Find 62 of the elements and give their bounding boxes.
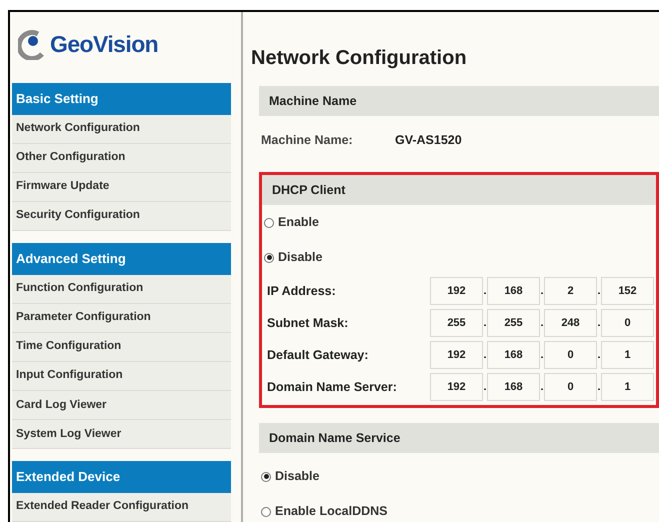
dot-separator: . — [597, 284, 601, 298]
field-label: IP Address: — [267, 282, 337, 300]
dot-separator: . — [483, 316, 487, 330]
sidebar-section-header: Extended Device — [12, 461, 231, 493]
section-header: DHCP Client — [262, 175, 656, 205]
octet-field[interactable]: 255 — [487, 309, 540, 337]
octet-field[interactable]: 0 — [544, 373, 597, 401]
logo-text: GeoVision — [50, 30, 158, 60]
octet-field[interactable]: 0 — [601, 309, 654, 337]
dot-separator: . — [483, 348, 487, 362]
octet-field[interactable]: 168 — [487, 277, 540, 305]
field-label: Subnet Mask: — [267, 314, 350, 332]
octet-field[interactable]: 2 — [544, 277, 597, 305]
radio-label: Disable — [278, 249, 322, 266]
octet-field[interactable]: 1 — [601, 373, 654, 401]
octet-field[interactable]: 152 — [601, 277, 654, 305]
field-label: Default Gateway: — [267, 346, 370, 364]
sidebar-item[interactable]: Security Configuration — [12, 202, 231, 232]
logo-icon — [18, 30, 46, 60]
page-title: Network Configuration — [251, 46, 468, 71]
sidebar-item[interactable]: Firmware Update — [12, 172, 231, 202]
field-label: Machine Name: — [261, 132, 354, 149]
radio-button[interactable] — [264, 218, 274, 228]
octet-field[interactable]: 248 — [544, 309, 597, 337]
dot-separator: . — [540, 284, 544, 298]
octet-field[interactable]: 0 — [544, 341, 597, 369]
sidebar-item[interactable]: Card Log Viewer — [12, 391, 231, 420]
octet-field[interactable]: 192 — [430, 277, 483, 305]
sidebar-item[interactable]: Input Configuration — [12, 362, 231, 392]
sidebar-item[interactable]: Other Configuration — [12, 144, 231, 173]
dot-separator: . — [540, 348, 544, 362]
sidebar-item[interactable]: System Log Viewer — [12, 420, 231, 450]
field-label: Domain Name Server: — [267, 378, 398, 396]
dot-separator: . — [597, 348, 601, 362]
radio-button[interactable] — [261, 506, 271, 516]
dot-separator: . — [483, 380, 487, 394]
dot-separator: . — [597, 316, 601, 330]
radio-label: Enable — [278, 214, 319, 232]
field-value: GV-AS1520 — [395, 132, 462, 149]
radio-label: Disable — [275, 468, 320, 486]
sidebar-item[interactable]: Function Configuration — [12, 274, 231, 304]
section-header: Domain Name Service — [259, 423, 659, 453]
octet-field[interactable]: 168 — [487, 373, 540, 401]
sidebar-item[interactable]: Network Configuration — [12, 114, 231, 144]
dot-separator: . — [540, 316, 544, 330]
sidebar-item[interactable]: Parameter Configuration — [12, 304, 231, 333]
sidebar-item[interactable]: Time Configuration — [12, 332, 231, 362]
dot-separator: . — [597, 380, 601, 394]
radio-button[interactable] — [264, 252, 274, 262]
sidebar-section-header: Advanced Setting — [12, 243, 231, 275]
section-header: Machine Name — [259, 86, 659, 116]
octet-field[interactable]: 255 — [430, 309, 483, 337]
octet-field[interactable]: 192 — [430, 341, 483, 369]
sidebar-section-header: Basic Setting — [12, 83, 231, 115]
radio-button[interactable] — [261, 472, 271, 482]
dot-separator: . — [540, 380, 544, 394]
octet-field[interactable]: 168 — [487, 341, 540, 369]
octet-field[interactable]: 1 — [601, 341, 654, 369]
octet-field[interactable]: 192 — [430, 373, 483, 401]
dot-separator: . — [483, 284, 487, 298]
radio-label: Enable LocalDDNS — [275, 503, 388, 520]
sidebar-item[interactable]: Extended Reader Configuration — [12, 492, 231, 522]
